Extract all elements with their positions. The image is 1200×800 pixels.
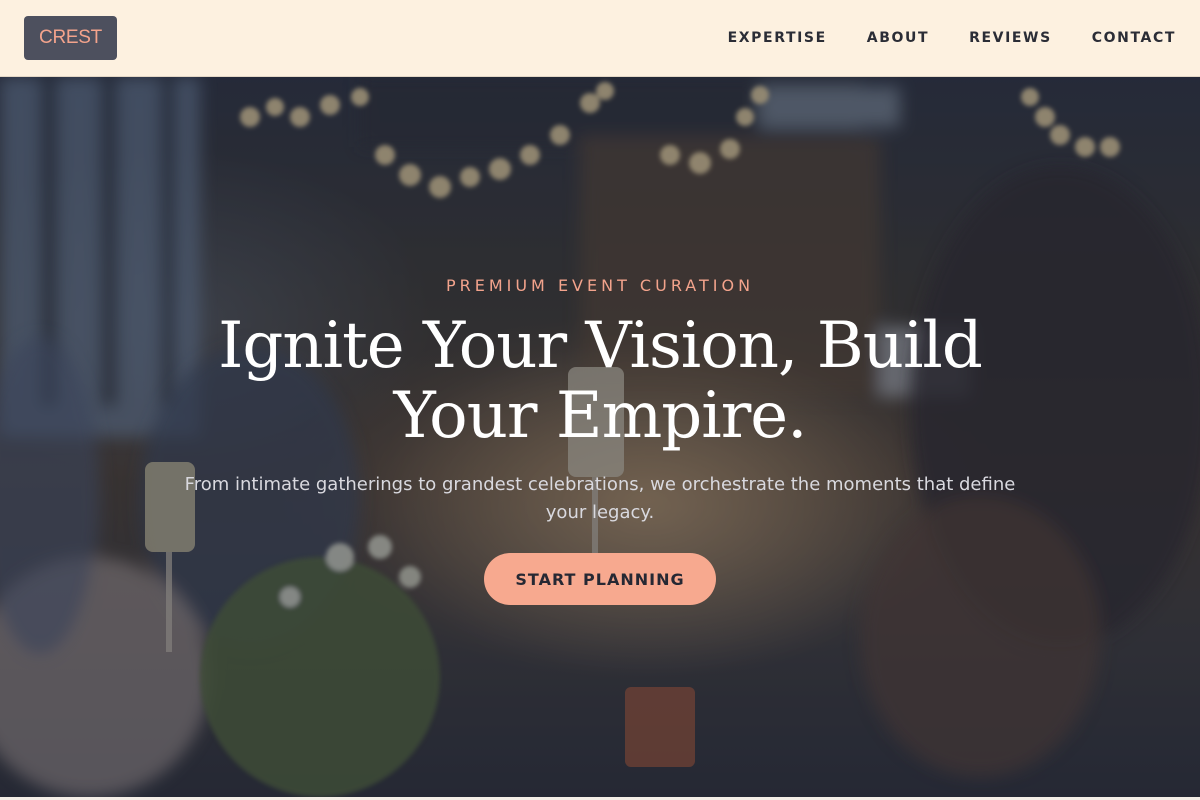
nav-link-reviews[interactable]: REVIEWS [969,30,1052,46]
hero-eyebrow: PREMIUM EVENT CURATION [445,276,755,295]
nav-link-contact[interactable]: CONTACT [1092,30,1176,46]
start-planning-button[interactable]: START PLANNING [484,553,716,605]
nav-link-about[interactable]: ABOUT [867,30,929,46]
top-navbar: CREST EXPERTISE ABOUT REVIEWS CONTACT [0,0,1200,77]
hero-content: PREMIUM EVENT CURATION Ignite Your Visio… [0,77,1200,797]
hero-section: PREMIUM EVENT CURATION Ignite Your Visio… [0,77,1200,797]
hero-subtext: From intimate gatherings to grandest cel… [184,474,1016,523]
main-nav: EXPERTISE ABOUT REVIEWS CONTACT [728,30,1176,46]
nav-link-expertise[interactable]: EXPERTISE [728,30,827,46]
hero-headline: Ignite Your Vision, Build Your Empire. [218,309,983,453]
crest-logo[interactable]: CREST [24,16,117,60]
